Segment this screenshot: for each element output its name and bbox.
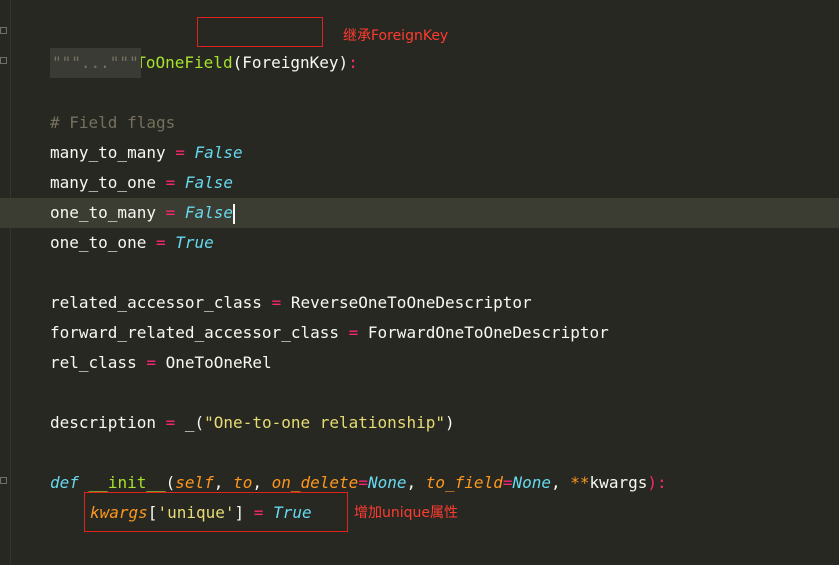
paren-open: ( bbox=[165, 473, 176, 492]
paren-close: ) bbox=[444, 413, 455, 432]
assign-operator: = bbox=[348, 323, 359, 342]
code-line-comment[interactable]: # Field flags bbox=[0, 108, 839, 138]
attr-name: rel_class bbox=[50, 353, 137, 372]
assign-operator: = bbox=[175, 143, 185, 162]
param-self: self bbox=[175, 473, 214, 492]
text-cursor bbox=[233, 203, 236, 224]
foreignkey-highlight-box bbox=[197, 17, 323, 47]
string-literal: "One-to-one relationship" bbox=[204, 413, 445, 432]
assign-operator: = bbox=[165, 413, 176, 432]
comma: , bbox=[551, 473, 561, 492]
class-reference: ReverseOneToOneDescriptor bbox=[290, 293, 532, 312]
attr-name: related_accessor_class bbox=[50, 293, 262, 312]
keyword-def: def bbox=[50, 473, 79, 492]
class-reference: ForwardOneToOneDescriptor bbox=[367, 323, 609, 342]
collapsed-docstring[interactable]: """...""" bbox=[50, 48, 141, 78]
paren-close-colon: ): bbox=[647, 473, 667, 492]
code-line-description[interactable]: description = _("One-to-one relationship… bbox=[0, 408, 839, 438]
attr-name: many_to_many bbox=[50, 143, 166, 162]
code-line-rel-class[interactable]: rel_class = OneToOneRel bbox=[0, 348, 839, 378]
none-value: None bbox=[367, 473, 407, 492]
assign-operator: = bbox=[271, 293, 282, 312]
comment-text: # Field flags bbox=[50, 113, 176, 132]
annotation-add-unique: 增加unique属性 bbox=[354, 505, 459, 521]
code-line-one-to-many-current[interactable]: one_to_many = False bbox=[0, 198, 839, 228]
code-line-many-to-one[interactable]: many_to_one = False bbox=[0, 168, 839, 198]
param-to: to bbox=[233, 473, 253, 492]
assign-operator: = bbox=[146, 353, 156, 372]
code-line-forward-accessor[interactable]: forward_related_accessor_class = Forward… bbox=[0, 318, 839, 348]
attr-name: description bbox=[50, 413, 156, 432]
param-kwargs: kwargs bbox=[589, 473, 648, 492]
code-line-one-to-one[interactable]: one_to_one = True bbox=[0, 228, 839, 258]
code-line-docstring[interactable]: """...""" bbox=[0, 48, 839, 78]
editor-bottom bbox=[0, 555, 839, 565]
annotation-inherit-foreignkey: 继承ForeignKey bbox=[343, 28, 449, 44]
function-name: __init__ bbox=[88, 473, 166, 492]
code-line-related-accessor[interactable]: related_accessor_class = ReverseOneToOne… bbox=[0, 288, 839, 318]
assign-operator: = bbox=[155, 233, 166, 252]
comma: , bbox=[406, 473, 417, 492]
code-line-many-to-many[interactable]: many_to_many = False bbox=[0, 138, 839, 168]
unique-highlight-box bbox=[84, 492, 348, 532]
default-operator: = bbox=[358, 473, 368, 492]
double-star-operator: ** bbox=[570, 473, 590, 492]
attr-name: many_to_one bbox=[50, 173, 156, 192]
class-reference: OneToOneRel bbox=[165, 353, 272, 372]
comma: , bbox=[213, 473, 224, 492]
assign-operator: = bbox=[165, 203, 176, 222]
bool-value: False bbox=[184, 203, 234, 222]
assign-operator: = bbox=[165, 173, 176, 192]
param-to-field: to_field bbox=[425, 473, 503, 492]
comma: , bbox=[252, 473, 262, 492]
bool-value: True bbox=[175, 233, 214, 252]
param-on-delete: on_delete bbox=[271, 473, 359, 492]
none-value: None bbox=[512, 473, 551, 492]
attr-name: one_to_many bbox=[50, 203, 156, 222]
bool-value: False bbox=[184, 173, 234, 192]
attr-name: one_to_one bbox=[50, 233, 147, 252]
bool-value: False bbox=[194, 143, 243, 162]
gettext-call: _( bbox=[184, 413, 205, 432]
attr-name: forward_related_accessor_class bbox=[50, 323, 339, 342]
